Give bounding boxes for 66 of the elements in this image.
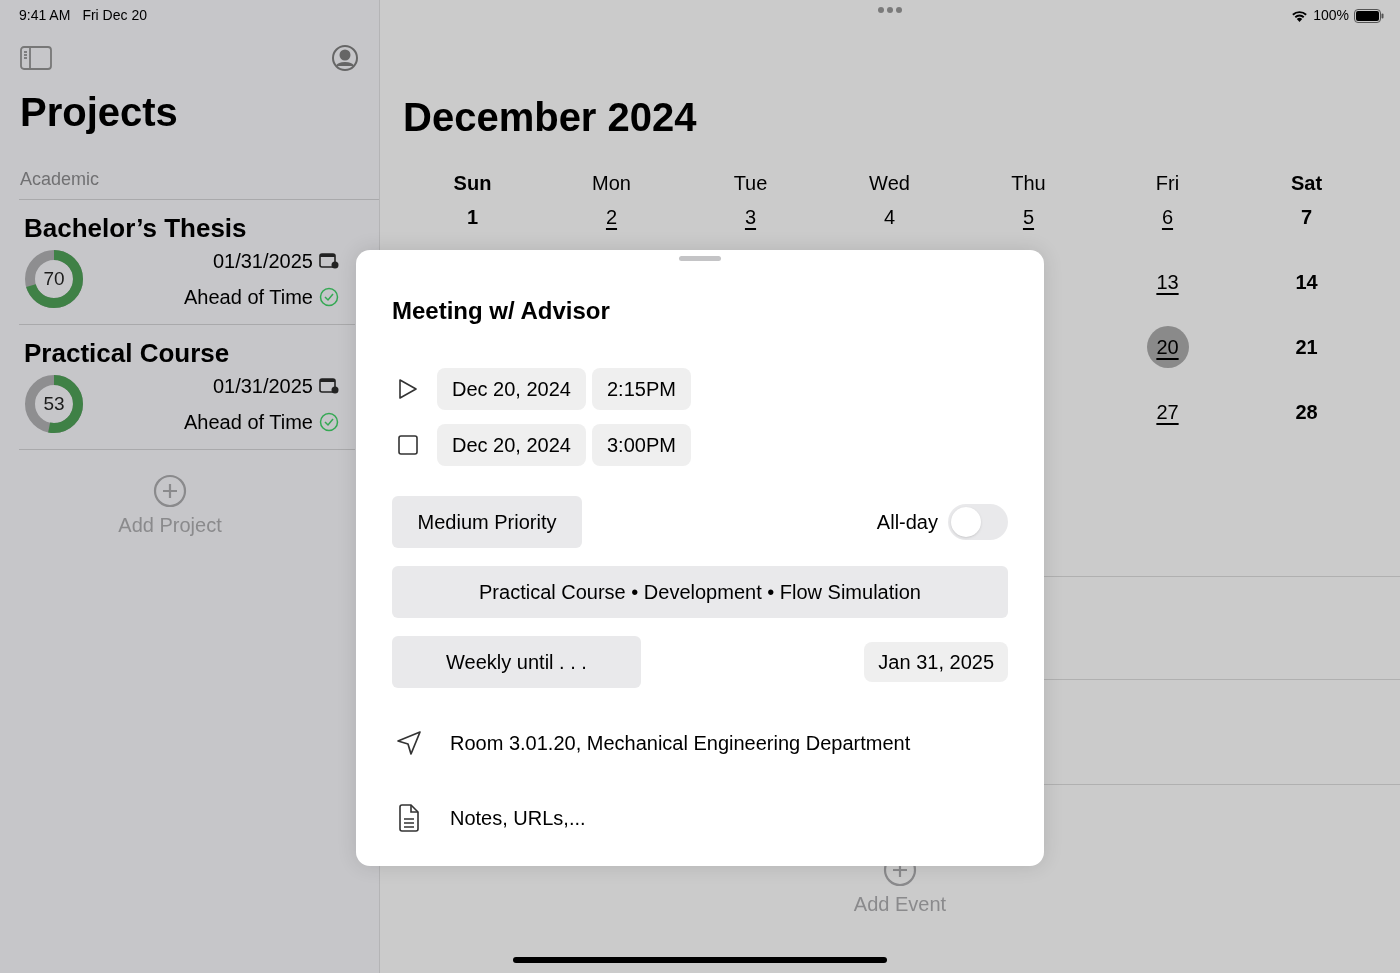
due-date: 01/31/2025 bbox=[212, 374, 313, 399]
calendar-day[interactable]: 6 bbox=[1146, 196, 1189, 238]
calendar-day[interactable]: 27 bbox=[1146, 391, 1189, 433]
calendar-day[interactable]: 3 bbox=[729, 196, 772, 238]
add-icon[interactable] bbox=[153, 474, 187, 508]
calendar-clock-icon bbox=[319, 378, 339, 394]
calendar-clock-icon bbox=[319, 253, 339, 269]
weekday-label: Sat bbox=[1289, 171, 1324, 195]
weekday-label: Fri bbox=[1154, 171, 1181, 195]
project-card[interactable]: Practical Course 53 01/31/2025 Ahead of Time bbox=[19, 325, 355, 450]
location-text[interactable]: Room 3.01.20, Mechanical Engineering Department bbox=[450, 728, 911, 758]
calendar-day[interactable]: 13 bbox=[1146, 261, 1189, 303]
battery-icon bbox=[1354, 8, 1384, 23]
drag-handle[interactable] bbox=[679, 256, 721, 261]
all-day-label: All-day bbox=[876, 510, 938, 535]
calendar-day[interactable]: 21 bbox=[1285, 326, 1328, 368]
weekday-label: Wed bbox=[868, 171, 911, 195]
progress-ring bbox=[24, 249, 84, 309]
month-title: December 2024 bbox=[402, 94, 698, 141]
date-chip[interactable]: Dec 20, 2024 bbox=[437, 368, 586, 410]
progress-value: 53 bbox=[43, 394, 65, 414]
calendar-day[interactable]: 14 bbox=[1285, 261, 1328, 303]
event-title: Meeting w/ Advisor bbox=[392, 296, 611, 326]
calendar-day[interactable]: 20 bbox=[1146, 326, 1189, 368]
sidebar-toggle-icon[interactable] bbox=[20, 46, 52, 70]
weekday-label: Tue bbox=[732, 171, 769, 195]
status-date: Fri Dec 20 bbox=[82, 6, 147, 20]
progress-ring bbox=[24, 374, 84, 434]
calendar-day[interactable]: 2 bbox=[590, 196, 633, 238]
date-chip[interactable]: Dec 20, 2024 bbox=[437, 424, 586, 466]
sidebar-title: Projects bbox=[19, 89, 179, 136]
calendar-day[interactable]: 28 bbox=[1285, 391, 1328, 433]
calendar-day[interactable]: 4 bbox=[868, 196, 911, 238]
weekday-label: Thu bbox=[1010, 171, 1047, 195]
profile-icon[interactable] bbox=[331, 44, 359, 72]
status-text: Ahead of Time bbox=[184, 410, 313, 435]
section-header: Academic bbox=[19, 168, 101, 191]
time-chip[interactable]: 3:00PM bbox=[592, 424, 691, 466]
status-text: Ahead of Time bbox=[184, 285, 313, 310]
wifi-icon bbox=[1291, 9, 1309, 22]
stop-icon bbox=[398, 435, 418, 455]
calendar-day[interactable]: 5 bbox=[1007, 196, 1050, 238]
due-date: 01/31/2025 bbox=[212, 249, 313, 274]
time-chip[interactable]: 2:15PM bbox=[592, 368, 691, 410]
play-icon bbox=[398, 378, 418, 400]
repeat-end-date-chip[interactable]: Jan 31, 2025 bbox=[864, 642, 1008, 682]
project-title: Practical Course bbox=[24, 337, 231, 369]
checkmark-circle-icon bbox=[319, 287, 339, 307]
more-icon[interactable] bbox=[877, 6, 903, 14]
calendar-day[interactable]: 7 bbox=[1285, 196, 1328, 238]
location-arrow-icon bbox=[396, 730, 422, 756]
progress-value: 70 bbox=[43, 269, 65, 289]
weekday-label: Sun bbox=[452, 171, 493, 195]
project-title: Bachelor’s Thesis bbox=[24, 212, 248, 244]
status-time: 9:41 AM bbox=[19, 6, 71, 20]
project-card[interactable]: Bachelor’s Thesis 70 01/31/2025 Ahead of Time bbox=[19, 200, 355, 325]
checkmark-circle-icon bbox=[319, 412, 339, 432]
weekday-label: Mon bbox=[591, 171, 632, 195]
project-path-button[interactable]: Practical Course • Development • Flow Simulation bbox=[392, 566, 1008, 618]
calendar-day[interactable]: 1 bbox=[451, 196, 494, 238]
document-icon bbox=[398, 804, 420, 832]
battery-percent: 100% bbox=[1313, 6, 1349, 25]
notes-field[interactable]: Notes, URLs,... bbox=[450, 803, 586, 833]
repeat-button[interactable]: Weekly until . . . bbox=[392, 636, 641, 688]
priority-button[interactable]: Medium Priority bbox=[392, 496, 582, 548]
all-day-toggle[interactable] bbox=[948, 504, 1008, 540]
